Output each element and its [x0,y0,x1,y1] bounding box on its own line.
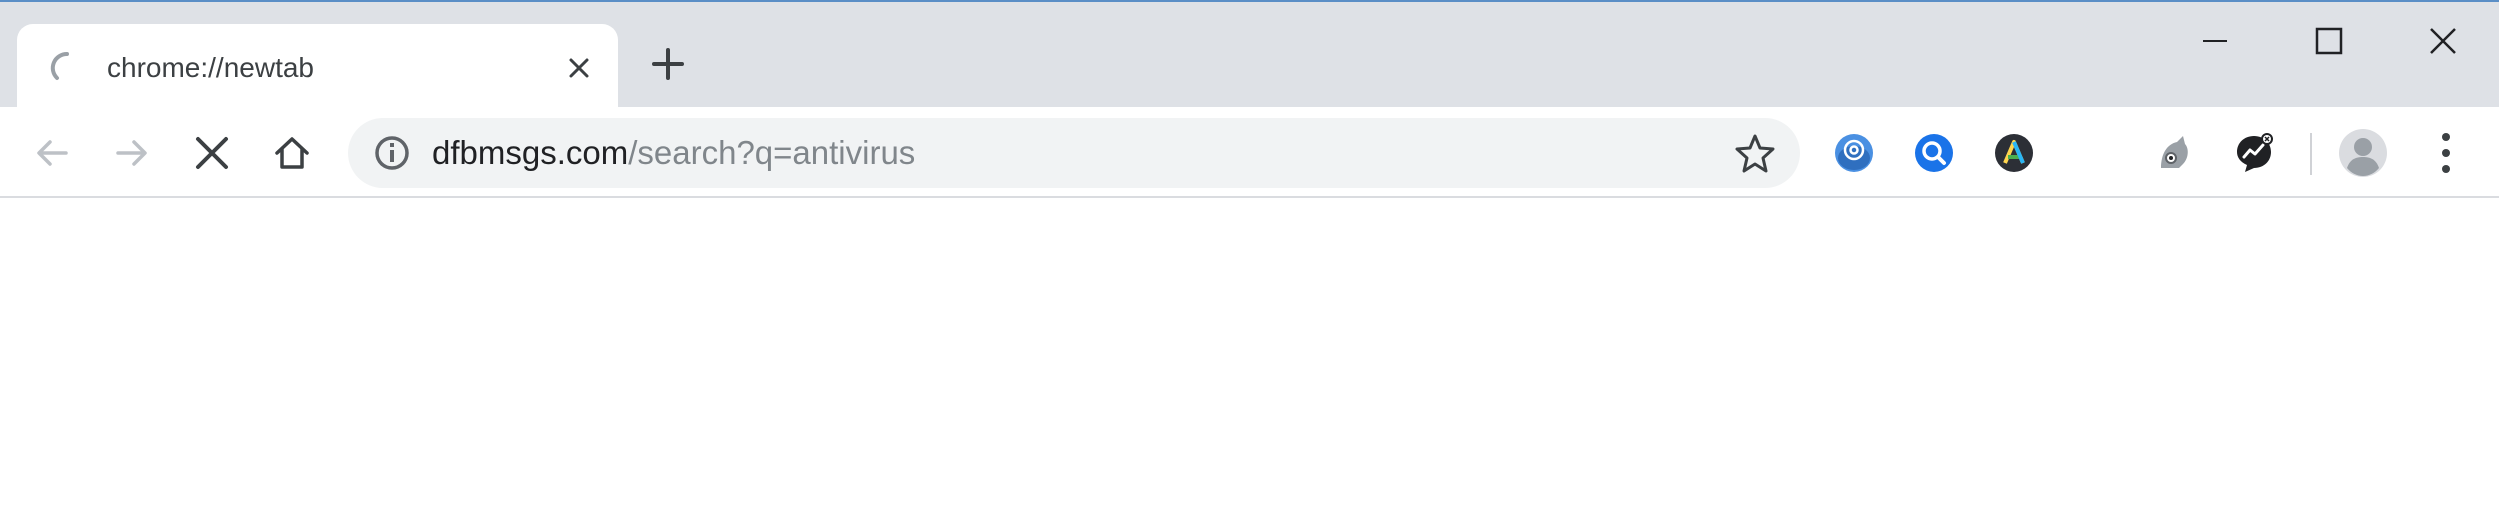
arrow-left-icon [37,140,68,166]
tab-strip: chrome://newtab [0,0,2499,111]
home-icon [275,137,309,169]
address-bar[interactable]: dfbmsgs.com/search?q=antivirus [348,118,1800,188]
close-tab-icon[interactable] [561,50,597,86]
search-extension-icon[interactable] [1913,132,1955,174]
forward-button[interactable] [108,129,156,177]
url-host: dfbmsgs.com [432,134,629,171]
kebab-menu-icon[interactable] [2425,129,2467,177]
minimize-button[interactable] [2185,16,2245,66]
maximize-icon [2315,27,2343,55]
tab-title: chrome://newtab [107,52,314,83]
cat-extension-icon[interactable] [2153,132,2195,174]
back-button[interactable] [28,129,76,177]
profile-avatar-icon[interactable] [2338,128,2388,178]
url-text[interactable]: dfbmsgs.com/search?q=antivirus [432,133,915,173]
maximize-button[interactable] [2299,16,2359,66]
active-tab[interactable]: chrome://newtab [17,24,618,111]
arrow-right-icon [116,140,147,166]
stop-loading-button[interactable] [188,129,236,177]
a-extension-icon[interactable] [1993,132,2035,174]
browser-toolbar: dfbmsgs.com/search?q=antivirus [0,107,2499,198]
site-info-icon[interactable] [372,133,412,173]
url-path: /search?q=antivirus [628,134,916,171]
close-x-icon [196,137,228,169]
chart-extension-icon[interactable] [2233,132,2275,174]
bookmark-star-icon[interactable] [1734,132,1776,174]
page-content-blank [0,198,2499,508]
close-window-icon [2430,28,2456,54]
close-window-button[interactable] [2413,16,2473,66]
new-tab-plus-icon[interactable] [648,44,688,84]
email-extension-icon[interactable] [1833,132,1875,174]
minimize-icon [2203,40,2227,42]
browser-window: chrome://newtab dfbmsgs.com/search?q=ant… [0,0,2499,508]
loading-spinner-icon [50,51,69,80]
home-button[interactable] [268,129,316,177]
toolbar-separator [2310,133,2312,175]
